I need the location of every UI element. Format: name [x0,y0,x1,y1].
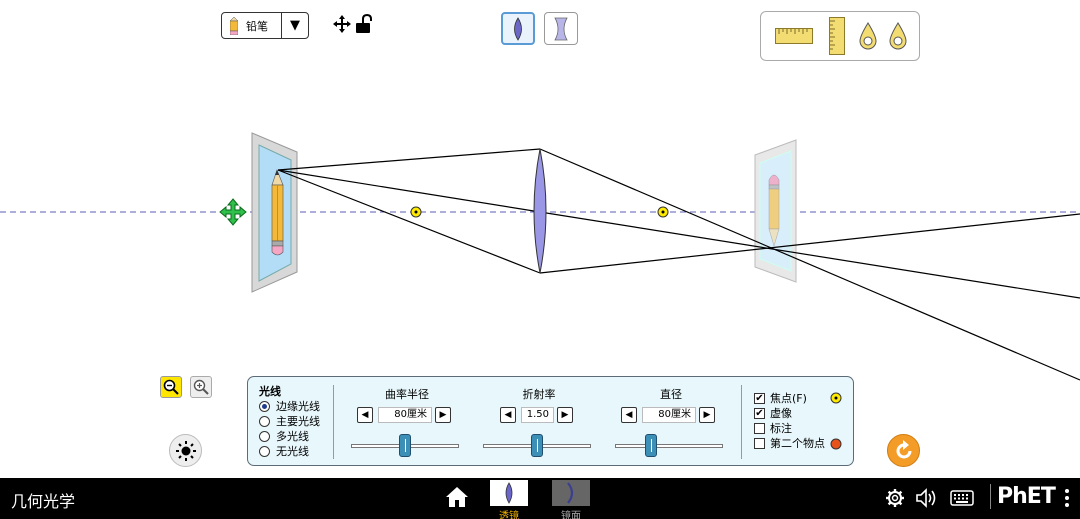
unlocked-padlock-icon[interactable] [355,13,373,38]
navigation-bar: 几何光学 透镜 镜面 PhET [0,478,1080,519]
slider-thumb[interactable] [399,434,411,457]
light-probe-icon[interactable] [889,22,907,50]
control-value: 80厘米 [378,407,432,423]
checkbox-label: 焦点(F) [770,392,807,405]
control-title: 直径 [660,388,682,401]
zoom-in-icon [193,379,209,395]
slider-thumb[interactable] [531,434,543,457]
reset-all-button[interactable] [887,434,920,467]
pencil-icon [222,16,246,35]
increment-button[interactable]: ▶ [699,407,715,423]
decrement-button[interactable]: ◀ [500,407,516,423]
ray-option-label: 多光线 [276,430,309,443]
convex-lens-icon [514,16,522,41]
ray-option-many[interactable]: 多光线 [259,429,309,443]
control-title: 折射率 [522,388,556,401]
convex-lens-icon [505,482,513,504]
checkbox[interactable]: ✔ [754,392,765,404]
home-button[interactable] [445,486,469,512]
object-type-label: 铅笔 [246,19,268,33]
rays-title: 光线 [259,385,281,398]
more-options-icon[interactable] [1064,488,1070,512]
ray-option-marginal[interactable]: 边缘光线 [259,399,320,413]
zoom-out-button[interactable] [160,376,182,398]
object-pencil[interactable] [271,169,284,256]
radius-of-curvature-control: 曲率半径 ◀ 80厘米 ▶ [347,377,467,467]
zoom-in-button[interactable] [190,376,212,398]
checkbox[interactable] [754,437,765,449]
ray-option-principal[interactable]: 主要光线 [259,414,320,428]
phet-logo-text: PhET [997,484,1056,509]
horizontal-ruler-icon[interactable] [775,28,813,44]
control-value: 1.50 [521,407,554,423]
reset-icon [896,439,911,458]
slider-thumb[interactable] [645,434,657,457]
control-value: 80厘米 [642,407,696,423]
radio-button[interactable] [259,415,270,427]
divider [333,385,334,459]
checkbox[interactable] [754,422,765,434]
sim-title: 几何光学 [11,492,76,511]
checkbox-label: 标注 [770,422,792,435]
radio-button[interactable] [259,400,270,412]
convex-lens[interactable] [533,148,547,274]
light-rays [277,148,1080,381]
gear-icon[interactable] [885,488,905,512]
tab-mirror[interactable] [552,480,590,506]
home-icon [446,487,468,507]
ray-option-none[interactable]: 无光线 [259,444,309,458]
second-point-legend-icon [830,438,842,450]
increment-button[interactable]: ▶ [557,407,573,423]
play-area: 铅笔 ▼ 光线 边缘光线 主要光线 多光线 无光线 曲率半径 ◀ 80厘米 ▶ … [0,0,1080,478]
checkbox-label: 第二个物点 [770,437,825,450]
decrement-button[interactable]: ◀ [621,407,637,423]
sun-icon [175,440,196,461]
move-arrows-icon[interactable] [333,15,351,36]
ray-option-label: 无光线 [276,445,309,458]
tab-mirror-label[interactable]: 镜面 [552,507,590,519]
vertical-ruler-icon[interactable] [829,17,845,55]
light-source-button[interactable] [169,434,202,467]
checkbox-label: 虚像 [770,407,792,420]
chevron-down-icon[interactable]: ▼ [281,13,308,38]
second-point-checkbox[interactable]: 第二个物点 [754,436,825,450]
mirror-icon [567,482,574,504]
focal-point-left [410,206,422,218]
convex-lens-button[interactable] [501,12,535,45]
radio-button[interactable] [259,430,270,442]
zoom-out-icon [163,379,179,395]
virtual-image-checkbox[interactable]: ✔ 虚像 [754,406,792,420]
ray-option-label: 主要光线 [276,415,320,428]
lens-control-panel: 光线 边缘光线 主要光线 多光线 无光线 曲率半径 ◀ 80厘米 ▶ 折射率 ◀… [247,376,854,466]
radio-button[interactable] [259,445,270,457]
tools-toolbox [760,11,920,61]
diameter-control: 直径 ◀ 80厘米 ▶ [611,377,731,467]
focal-point-legend-icon [830,392,842,404]
checkbox[interactable]: ✔ [754,407,765,419]
tab-lens[interactable] [490,480,528,506]
labels-checkbox[interactable]: 标注 [754,421,792,435]
control-title: 曲率半径 [385,388,429,401]
ray-option-label: 边缘光线 [276,400,320,413]
concave-lens-icon [554,17,568,40]
light-probe-icon[interactable] [859,22,877,50]
focal-point-checkbox[interactable]: ✔ 焦点(F) [754,391,807,405]
decrement-button[interactable]: ◀ [357,407,373,423]
slider-track[interactable] [615,444,723,448]
increment-button[interactable]: ▶ [435,407,451,423]
keyboard-icon[interactable] [950,490,974,510]
move-handle-icon[interactable] [219,198,247,226]
tab-lens-label[interactable]: 透镜 [490,507,528,519]
divider [741,385,742,459]
index-of-refraction-control: 折射率 ◀ 1.50 ▶ [479,377,599,467]
object-type-dropdown[interactable]: 铅笔 ▼ [221,12,309,39]
concave-lens-button[interactable] [544,12,578,45]
focal-point-right [657,206,669,218]
sound-icon[interactable] [915,488,939,512]
phet-logo[interactable]: PhET [990,484,1056,509]
